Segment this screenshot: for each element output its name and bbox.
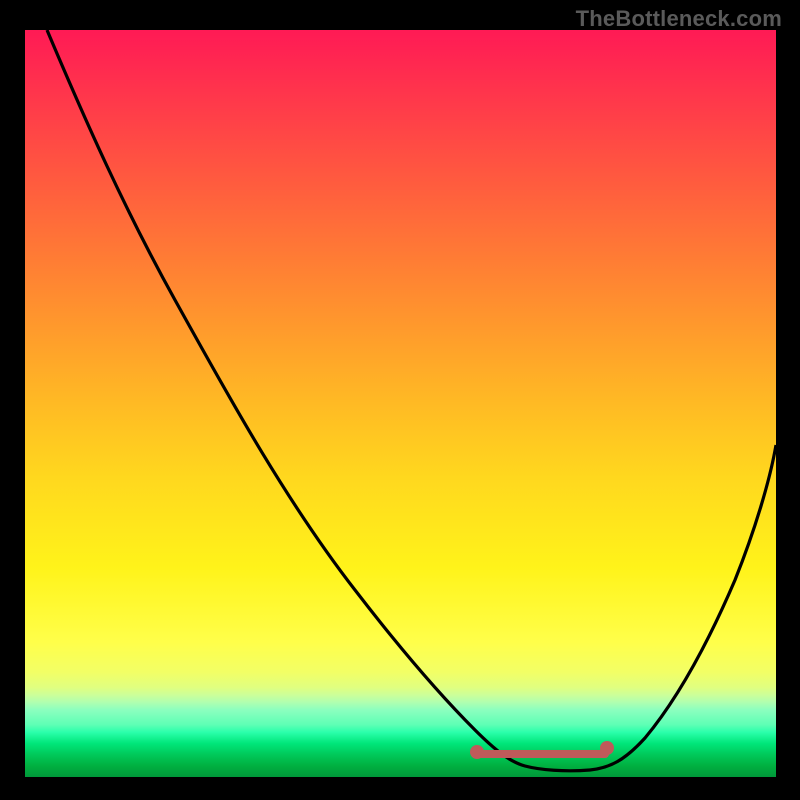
flat-region-start-dot [470,745,484,759]
curve-line [47,30,776,771]
chart-container: TheBottleneck.com [0,0,800,800]
curve-svg [25,30,776,777]
flat-region-end-dot [600,741,614,755]
watermark-text: TheBottleneck.com [576,6,782,32]
